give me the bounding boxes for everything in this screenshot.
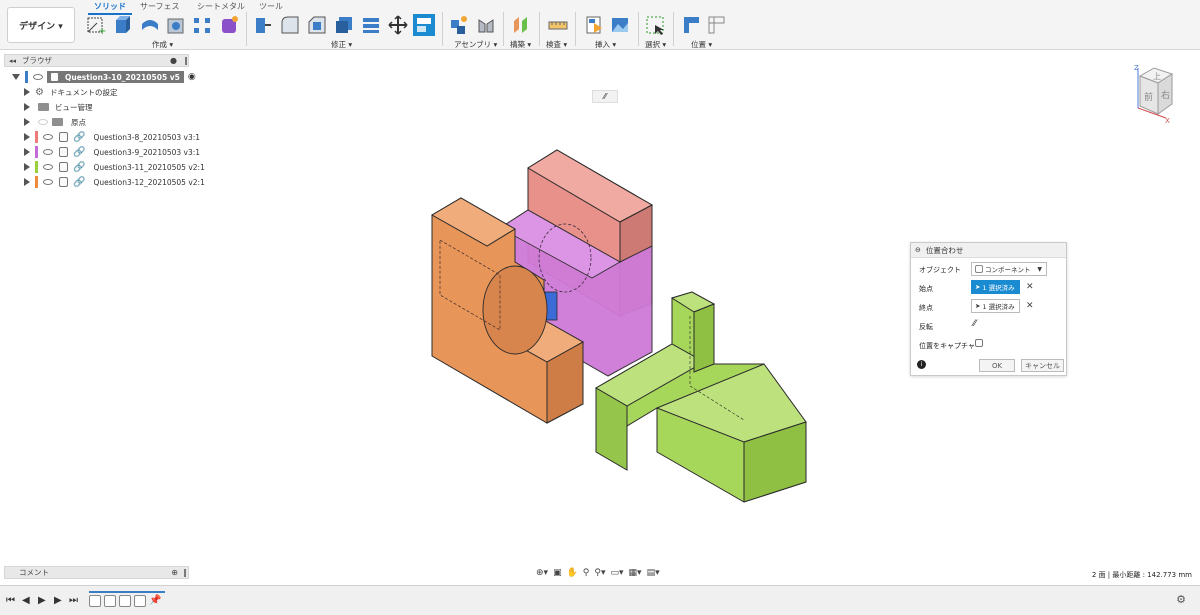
timeline-component-icon[interactable] [119,595,131,607]
to-label: 終点 [919,304,933,312]
ok-button[interactable]: OK [979,359,1015,372]
to-value: 1 選択済み [982,303,1015,311]
timeline-component-icon[interactable] [134,595,146,607]
clear-from-icon[interactable]: ✕ [1026,282,1034,292]
go-to-start-icon[interactable]: ⏮ [6,595,15,606]
play-icon[interactable]: ▶ [38,595,46,606]
to-selection[interactable]: ➤ 1 選択済み [971,299,1020,313]
object-type-value: コンポーネント [985,266,1031,274]
comments-pin-icon[interactable]: ‖ [183,568,187,577]
dialog-title: 位置合わせ [925,245,964,255]
clear-to-icon[interactable]: ✕ [1026,301,1034,311]
display-settings-icon[interactable]: ▭▾ [611,568,624,578]
from-selection[interactable]: ➤ 1 選択済み [971,280,1020,294]
comments-panel[interactable]: コメント ⊕ ‖ [4,566,189,579]
align-dialog: ⊖ 位置合わせ オブジェクト コンポーネント ▼ 始点 ➤ 1 選択済み ✕ 終… [910,242,1067,376]
component-icon [975,265,983,273]
dialog-header[interactable]: ⊖ 位置合わせ [911,243,1066,258]
timeline-align-icon[interactable]: 📌 [149,595,161,611]
fusion-app: デザイン ▾ ソリッド サーフェス シートメタル ツール + 作成 ▾ 修正 ▾… [0,0,1200,615]
step-back-icon[interactable]: ◀ [22,595,30,606]
capture-position-checkbox[interactable] [975,339,983,347]
grid-icon[interactable]: ▦▾ [629,568,642,578]
object-label: オブジェクト [919,266,961,274]
timeline-settings-icon[interactable]: ⚙ [1176,593,1186,606]
cursor-icon: ➤ [975,302,981,310]
viewports-icon[interactable]: ▤▾ [647,568,660,578]
zoom-icon[interactable]: ⚲ [583,568,590,578]
comments-label: コメント [19,568,49,577]
look-at-icon[interactable]: ▣ [553,568,562,578]
orbit-icon[interactable]: ⊕▾ [536,568,548,578]
comments-add-icon[interactable]: ⊕ [171,568,178,577]
timeline-component-icon[interactable] [104,595,116,607]
timeline: ⏮ ◀ ▶ ▶ ⏭ 📌 ⚙ [0,585,1200,615]
flip-icon[interactable]: ⁄⁄ [973,319,976,329]
cancel-button[interactable]: キャンセル [1021,359,1064,372]
timeline-feature-strip[interactable]: 📌 [89,591,165,611]
fit-icon[interactable]: ⚲▾ [594,568,605,578]
capture-position-label: 位置をキャプチャ [919,342,975,350]
from-label: 始点 [919,285,933,293]
from-value: 1 選択済み [982,284,1015,292]
object-type-select[interactable]: コンポーネント ▼ [971,262,1047,276]
cursor-icon: ➤ [975,283,981,291]
collapse-dialog-icon[interactable]: ⊖ [915,246,921,254]
pan-icon[interactable]: ✋ [567,568,578,578]
navigation-bar: ⊕▾ ▣ ✋ ⚲ ⚲▾ ▭▾ ▦▾ ▤▾ [536,566,684,580]
info-icon[interactable]: i [917,360,926,369]
step-forward-icon[interactable]: ▶ [54,595,62,606]
go-to-end-icon[interactable]: ⏭ [69,595,78,606]
timeline-component-icon[interactable] [89,595,101,607]
status-text: 2 面 | 最小距離 : 142.773 mm [1091,571,1192,579]
chevron-down-icon: ▼ [1037,265,1042,273]
flip-label: 反転 [919,323,933,331]
